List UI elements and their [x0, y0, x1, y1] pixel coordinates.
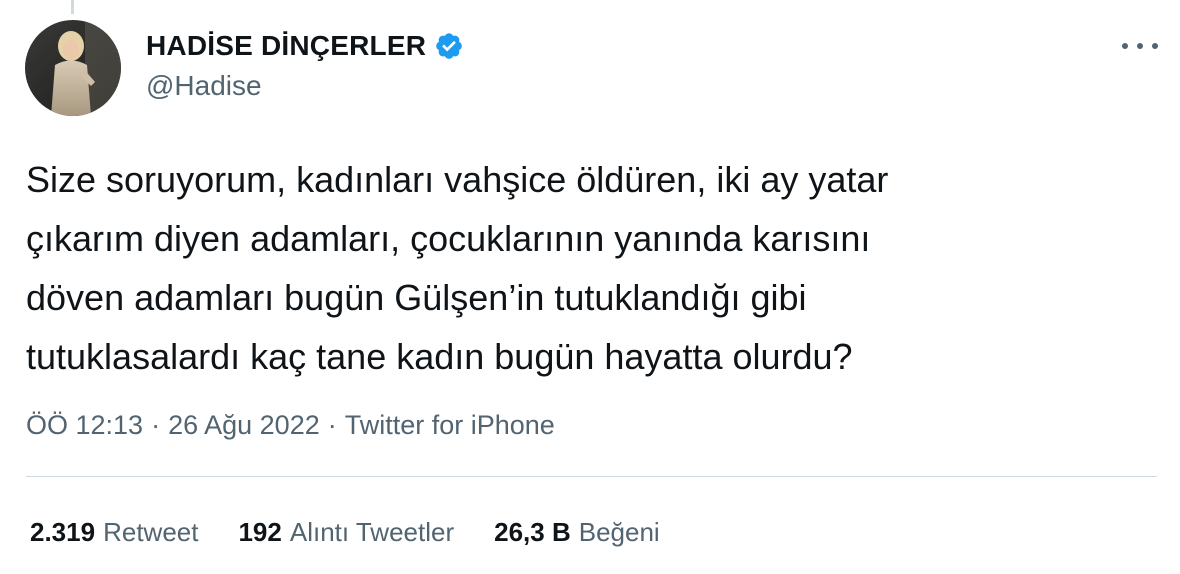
more-horizontal-icon-dot: [1137, 43, 1143, 49]
retweet-count-link[interactable]: 2.319 Retweet: [30, 517, 198, 548]
like-label: Beğeni: [578, 516, 660, 547]
meta-separator: ·: [327, 409, 337, 440]
avatar[interactable]: [25, 20, 121, 116]
quote-label: Alıntı Tweetler: [289, 516, 455, 547]
quote-count-link[interactable]: 192 Alıntı Tweetler: [238, 517, 454, 548]
tweet-source[interactable]: Twitter for iPhone: [345, 410, 555, 441]
tweet-text-line: Size soruyorum, kadınları vahşice öldüre…: [26, 159, 889, 200]
tweet-text: Size soruyorum, kadınları vahşice öldüre…: [26, 150, 1146, 386]
like-count: 26,3 B: [494, 516, 571, 547]
thread-connector-line: [71, 0, 74, 14]
verified-badge-icon[interactable]: [434, 31, 464, 61]
quote-count: 192: [238, 516, 282, 547]
tweet-text-line: döven adamları bugün Gülşen’in tutukland…: [26, 277, 807, 318]
author-handle[interactable]: @Hadise: [146, 70, 262, 102]
tweet-metadata: ÖÖ 12:13 · 26 Ağu 2022 · Twitter for iPh…: [26, 405, 555, 445]
retweet-label: Retweet: [103, 516, 199, 547]
more-horizontal-icon-dot: [1152, 43, 1158, 49]
tweet-text-line: tutuklasalardı kaç tane kadın bugün haya…: [26, 336, 853, 377]
author-name-row: HADİSE DİNÇERLER: [146, 28, 464, 64]
tweet-text-line: çıkarım diyen adamları, çocuklarının yan…: [26, 218, 871, 259]
divider: [26, 476, 1157, 477]
tweet-time[interactable]: ÖÖ 12:13: [26, 410, 143, 441]
retweet-count: 2.319: [30, 516, 96, 547]
meta-separator: ·: [151, 409, 161, 440]
more-horizontal-icon-dot: [1122, 43, 1128, 49]
like-count-link[interactable]: 26,3 B Beğeni: [494, 517, 660, 548]
more-options-button[interactable]: [1122, 36, 1158, 56]
avatar-photo: [25, 20, 121, 116]
author-display-name[interactable]: HADİSE DİNÇERLER: [146, 30, 426, 62]
engagement-stats: 2.319 Retweet 192 Alıntı Tweetler 26,3 B…: [30, 512, 700, 552]
tweet-date[interactable]: 26 Ağu 2022: [168, 410, 320, 441]
